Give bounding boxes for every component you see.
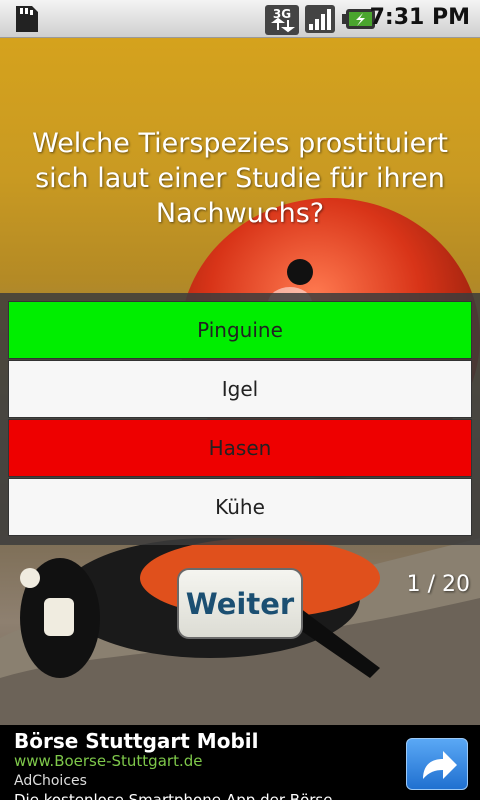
- share-arrow-icon: [423, 751, 457, 779]
- answer-option-igel[interactable]: Igel: [8, 360, 472, 418]
- ad-title[interactable]: Börse Stuttgart Mobil: [14, 729, 258, 753]
- ad-choices-label[interactable]: AdChoices: [14, 773, 87, 789]
- question-text: Welche Tierspezies prostituiert sich lau…: [32, 128, 448, 229]
- answer-option-kuehe[interactable]: Kühe: [8, 478, 472, 536]
- ad-description: Die kostenlose Smartphone-App der Börse: [14, 791, 333, 800]
- status-clock: 7:31 PM: [369, 5, 470, 30]
- answers-panel: Pinguine Igel Hasen Kühe: [0, 293, 480, 545]
- status-bar: 3G 7:31 PM: [0, 0, 480, 38]
- answer-option-hasen[interactable]: Hasen: [8, 419, 472, 477]
- next-button[interactable]: Weiter: [177, 568, 303, 639]
- ad-url[interactable]: www.Boerse-Stuttgart.de: [14, 752, 202, 770]
- ad-open-button[interactable]: [406, 738, 468, 790]
- 3g-data-icon: 3G: [265, 5, 299, 35]
- answer-option-pinguine[interactable]: Pinguine: [8, 301, 472, 359]
- network-type-label: 3G: [273, 7, 291, 21]
- question-counter: 1 / 20: [406, 572, 470, 597]
- sd-card-icon: [16, 6, 38, 32]
- signal-icon: [305, 5, 335, 33]
